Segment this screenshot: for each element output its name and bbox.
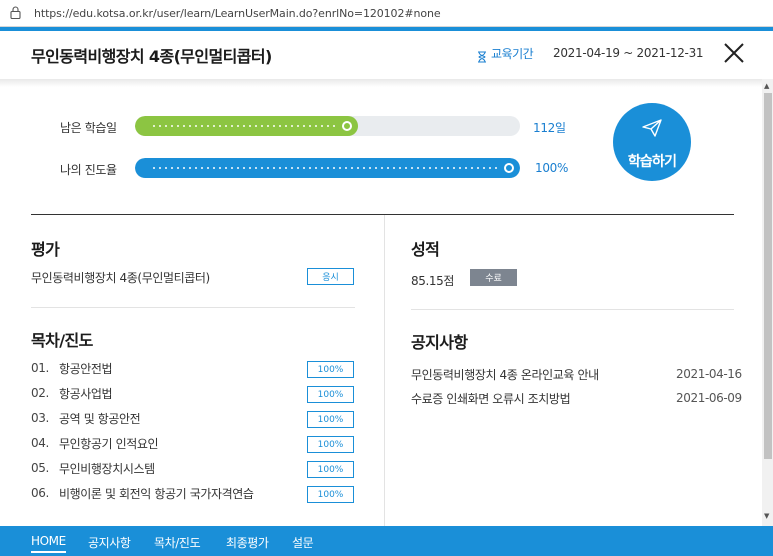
my-progress-knob [504, 163, 514, 173]
header-shadow [0, 79, 773, 87]
chapter-progress-badge: 100% [307, 486, 354, 503]
chapter-number: 02. [31, 386, 49, 400]
section-divider [31, 214, 734, 215]
remaining-days-fill [135, 116, 359, 136]
grade-title: 성적 [411, 240, 440, 259]
notice-title[interactable]: 수료증 인쇄화면 오류시 조치방법 [411, 390, 571, 407]
chapter-title[interactable]: 공역 및 항공안전 [59, 411, 289, 428]
close-icon [724, 43, 744, 63]
remaining-days-dots [151, 125, 339, 127]
chapter-number: 01. [31, 361, 49, 375]
notices-title: 공지사항 [411, 333, 468, 352]
nav-final-exam[interactable]: 최종평가 [226, 534, 269, 551]
chapter-title[interactable]: 비행이론 및 회전익 항공기 국가자격연습 [59, 486, 287, 503]
lock-icon [10, 6, 22, 20]
chapter-progress-badge: 100% [307, 436, 354, 453]
scroll-up-arrow-icon[interactable]: ▲ [764, 82, 769, 90]
chapter-number: 06. [31, 486, 49, 500]
nav-survey[interactable]: 설문 [292, 534, 314, 551]
remaining-days-knob [342, 121, 353, 131]
chapter-title[interactable]: 무인비행장치시스템 [59, 461, 289, 478]
notice-title[interactable]: 무인동력비행장치 4종 온라인교육 안내 [411, 366, 599, 383]
chapter-progress-badge: 100% [307, 461, 354, 478]
close-button[interactable] [722, 41, 746, 65]
chapter-progress-badge: 100% [307, 361, 354, 378]
chapter-title[interactable]: 항공사업법 [59, 386, 289, 403]
chapter-progress-badge: 100% [307, 386, 354, 403]
page-title: 무인동력비행장치 4종(무인멀티콥터) [31, 47, 272, 66]
nav-chapters[interactable]: 목차/진도 [154, 534, 201, 551]
remaining-days-bar [135, 116, 520, 136]
start-study-label: 학습하기 [627, 154, 677, 170]
chapter-progress-badge: 100% [307, 411, 354, 428]
remaining-days-value: 112일 [533, 121, 566, 135]
my-progress-fill [135, 158, 520, 178]
chapter-number: 03. [31, 411, 49, 425]
my-progress-label: 나의 진도율 [60, 163, 117, 177]
chapter-number: 05. [31, 461, 49, 475]
period-label: 교육기간 [491, 47, 534, 61]
chapter-title[interactable]: 항공안전법 [59, 361, 289, 378]
chapter-title[interactable]: 무인항공기 인적요인 [59, 436, 289, 453]
evaluation-item: 무인동력비행장치 4종(무인멀티콥터) [31, 271, 210, 285]
paper-plane-icon [642, 119, 662, 137]
evaluation-divider [31, 307, 355, 308]
nav-notices[interactable]: 공지사항 [88, 534, 131, 551]
nav-home[interactable]: HOME [31, 534, 66, 553]
hourglass-icon [477, 48, 487, 62]
column-divider [384, 215, 385, 526]
url-text[interactable]: https://edu.kotsa.or.kr/user/learn/Learn… [34, 7, 441, 20]
completion-status-badge: 수료 [470, 269, 517, 286]
scroll-down-arrow-icon[interactable]: ▼ [764, 512, 769, 520]
chapter-number: 04. [31, 436, 49, 450]
grade-score: 85.15점 [411, 274, 454, 288]
my-progress-bar [135, 158, 520, 178]
period-dates: 2021-04-19 ~ 2021-12-31 [553, 46, 704, 60]
notice-date: 2021-04-16 [676, 367, 742, 381]
browser-url-bar[interactable]: https://edu.kotsa.or.kr/user/learn/Learn… [0, 0, 773, 27]
bottom-navigation: HOME 공지사항 목차/진도 최종평가 설문 [0, 526, 773, 556]
my-progress-dots [151, 167, 500, 169]
course-header: 무인동력비행장치 4종(무인멀티콥터) 교육기간 2021-04-19 ~ 20… [0, 31, 773, 79]
education-period: 교육기간 [477, 45, 534, 62]
scrollbar-thumb[interactable] [764, 93, 772, 459]
start-study-button[interactable]: 학습하기 [613, 103, 691, 181]
grade-divider [411, 309, 734, 310]
notice-date: 2021-06-09 [676, 391, 742, 405]
my-progress-value: 100% [535, 161, 569, 175]
remaining-days-label: 남은 학습일 [60, 121, 117, 135]
chapters-title: 목차/진도 [31, 331, 93, 350]
evaluation-title: 평가 [31, 240, 60, 259]
take-exam-button[interactable]: 응시 [307, 268, 354, 285]
